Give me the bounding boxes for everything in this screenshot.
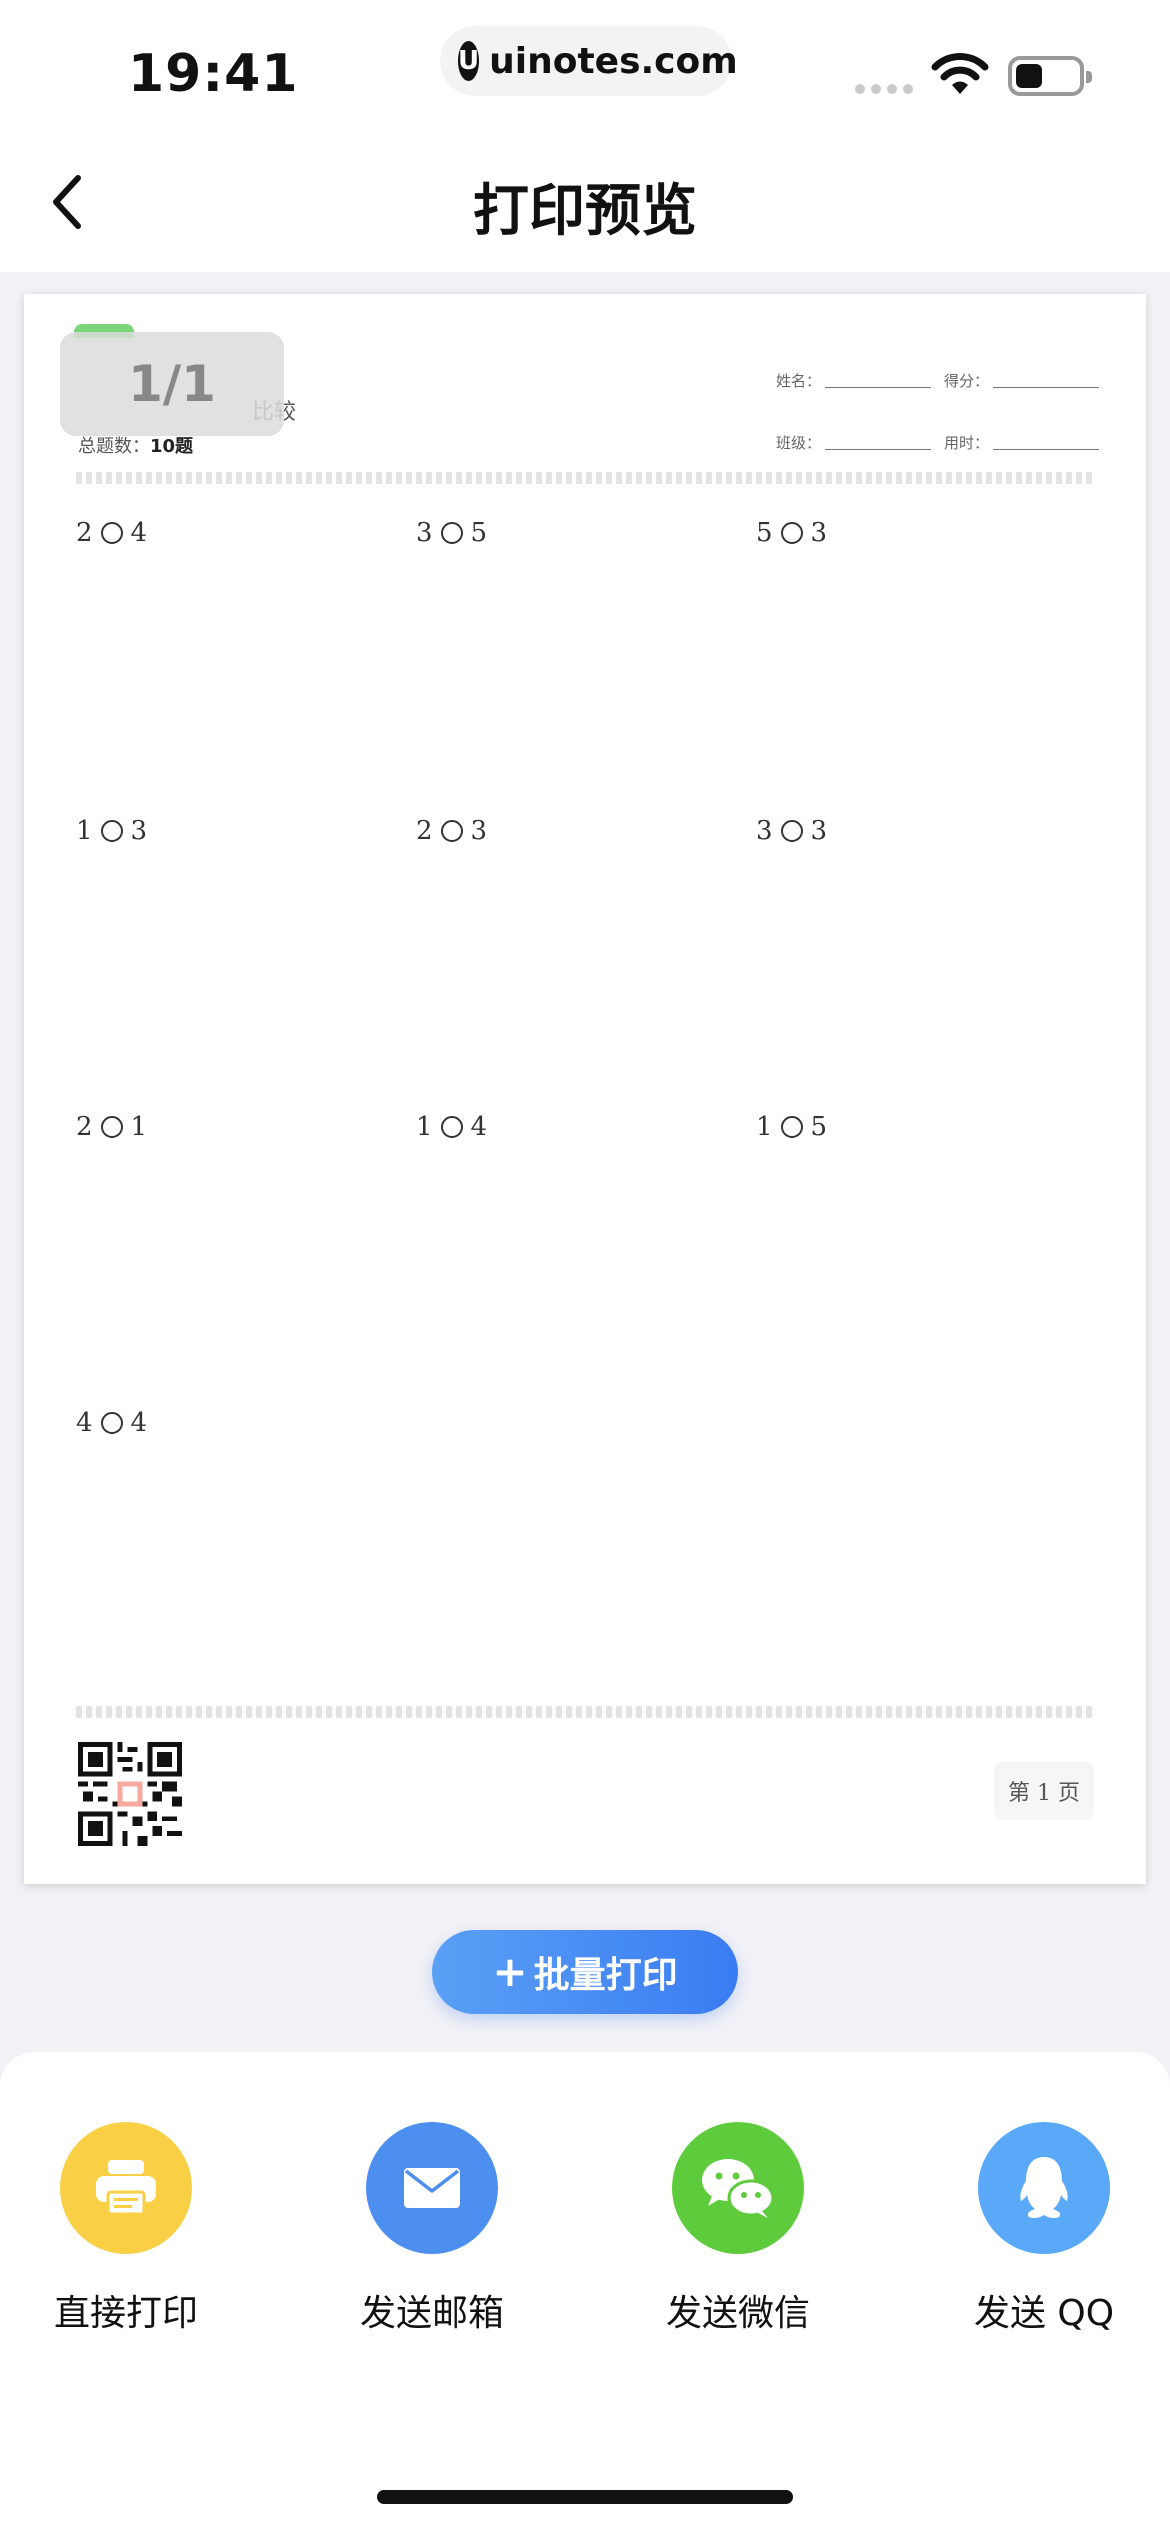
compare-circle-icon: [780, 522, 803, 544]
compare-circle-icon: [440, 1116, 463, 1138]
name-field: 姓名：: [776, 370, 932, 391]
qq-icon: [978, 2122, 1110, 2254]
name-label: 姓名：: [776, 372, 822, 390]
top-border-decoration: [76, 472, 1094, 484]
question-item: 33: [756, 816, 828, 846]
compare-circle-icon: [440, 522, 463, 544]
question-item: 15: [756, 1112, 828, 1142]
question-item: 53: [756, 518, 828, 548]
status-bar: 19:41 U uinotes.com: [0, 0, 1170, 130]
compare-circle-icon: [100, 522, 123, 544]
qr-code-icon: [78, 1742, 182, 1846]
url-pill: U uinotes.com: [440, 26, 738, 96]
send-qq-label: 发送 QQ: [973, 2293, 1115, 2334]
home-indicator[interactable]: [377, 2490, 793, 2504]
compare-circle-icon: [100, 820, 123, 842]
compare-circle-icon: [440, 820, 463, 842]
page-indicator: 1/1: [60, 332, 284, 436]
site-logo-icon: U: [458, 41, 480, 81]
send-wechat-label: 发送微信: [665, 2293, 810, 2334]
page-title: 打印预览: [473, 179, 697, 244]
score-field: 得分：: [944, 370, 1100, 391]
question-item: 14: [416, 1112, 488, 1142]
page-number: 第 1 页: [994, 1762, 1094, 1820]
class-label: 班级：: [776, 434, 822, 452]
cellular-signal-icon: [855, 84, 913, 94]
direct-print-button[interactable]: 直接打印: [16, 2122, 236, 2336]
compare-circle-icon: [780, 820, 803, 842]
question-item: 35: [416, 518, 488, 548]
compare-circle-icon: [780, 1116, 803, 1138]
total-value: 10题: [150, 436, 194, 457]
question-item: 44: [76, 1408, 148, 1438]
question-item: 23: [416, 816, 488, 846]
nav-bar: 打印预览: [0, 130, 1170, 272]
question-item: 13: [76, 816, 148, 846]
send-email-label: 发送邮箱: [359, 2293, 504, 2334]
share-sheet: 直接打印 发送邮箱 发送微信 发送 QQ: [0, 2052, 1170, 2532]
wifi-icon: [931, 53, 989, 94]
compare-circle-icon: [100, 1412, 123, 1434]
plus-icon: +: [492, 1947, 528, 1996]
battery-icon: [1008, 56, 1092, 96]
status-time: 19:41: [128, 44, 299, 104]
mail-icon: [366, 2122, 498, 2254]
worksheet-preview: 1/1 比较 总题数：10题 姓名： 得分： 班级： 用时： 24 35 53 …: [24, 294, 1146, 1884]
score-label: 得分：: [944, 372, 990, 390]
class-field: 班级：: [776, 432, 932, 453]
question-item: 21: [76, 1112, 148, 1142]
send-email-button[interactable]: 发送邮箱: [322, 2122, 542, 2336]
batch-print-button[interactable]: + 批量打印: [432, 1930, 738, 2014]
printer-icon: [60, 2122, 192, 2254]
duration-field: 用时：: [944, 432, 1100, 453]
batch-print-label: 批量打印: [533, 1955, 678, 1996]
url-text: uinotes.com: [489, 40, 738, 82]
total-label: 总题数：: [78, 436, 150, 457]
send-wechat-button[interactable]: 发送微信: [628, 2122, 848, 2336]
send-qq-button[interactable]: 发送 QQ: [934, 2122, 1154, 2336]
question-item: 24: [76, 518, 148, 548]
compare-circle-icon: [100, 1116, 123, 1138]
wechat-icon: [672, 2122, 804, 2254]
duration-label: 用时：: [944, 434, 990, 452]
direct-print-label: 直接打印: [53, 2293, 198, 2334]
bottom-border-decoration: [76, 1706, 1094, 1718]
